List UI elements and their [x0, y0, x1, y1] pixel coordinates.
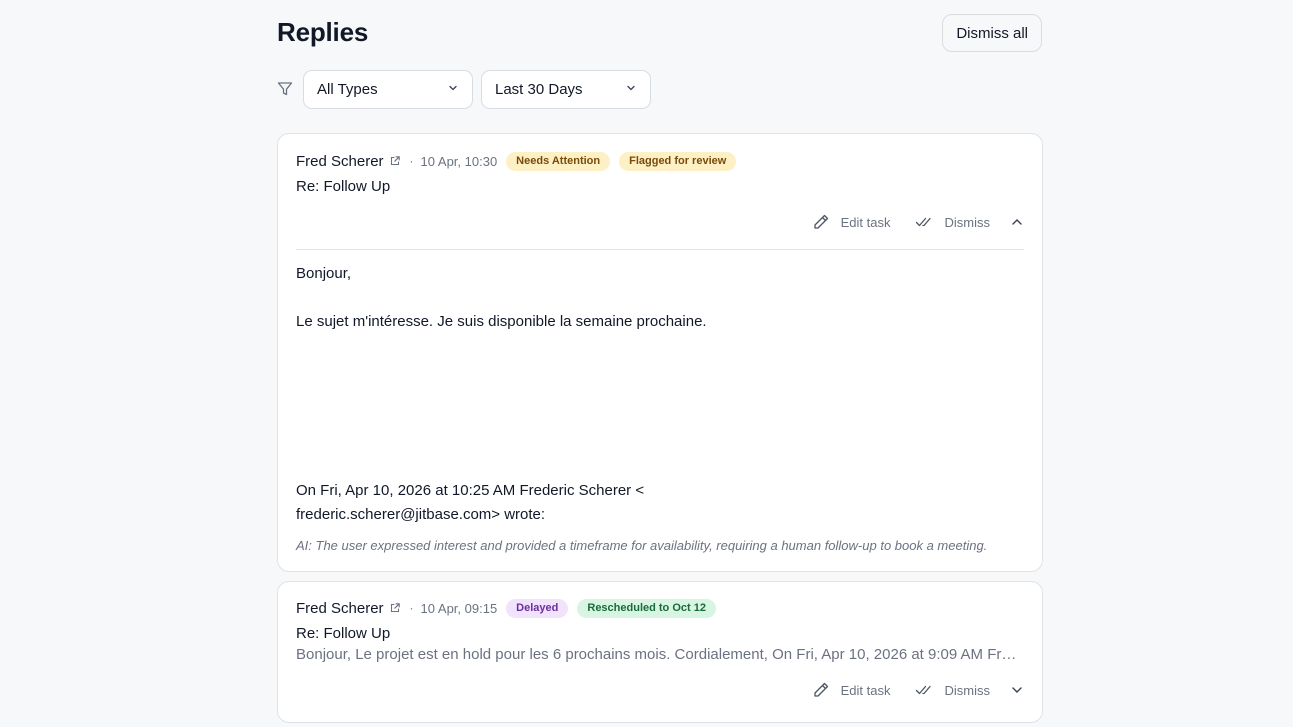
type-filter-select[interactable]: All Types: [303, 69, 473, 109]
chevron-down-icon: [447, 81, 459, 98]
double-check-icon: [915, 217, 931, 227]
dismiss-label: Dismiss: [944, 682, 991, 698]
reply-quote-line: On Fri, Apr 10, 2026 at 10:25 AM Frederi…: [296, 482, 645, 499]
reply-card: Fred Scherer · 10 Apr, 10:30 Needs Atten…: [277, 133, 1043, 572]
status-badge: Rescheduled to Oct 12: [577, 598, 716, 618]
dismiss-button[interactable]: Dismiss: [915, 214, 991, 230]
ai-summary: AI: The user expressed interest and prov…: [296, 538, 988, 553]
filter-icon: [277, 81, 293, 97]
page-title: Replies: [277, 17, 369, 47]
expand-button[interactable]: [1010, 683, 1024, 697]
chevron-down-icon: [625, 81, 637, 98]
dismiss-all-button[interactable]: Dismiss all: [942, 14, 1042, 52]
reply-subject: Re: Follow Up: [296, 625, 391, 642]
reply-quote-line: frederic.scherer@jitbase.com> wrote:: [296, 506, 546, 523]
filter-bar: All Types Last 30 Days: [277, 69, 1042, 109]
reply-preview: Bonjour, Le projet est en hold pour les …: [296, 646, 1020, 663]
type-filter-value: All Types: [317, 80, 378, 98]
reply-body-line: Le sujet m'intéresse. Je suis disponible…: [296, 313, 707, 330]
sender-name[interactable]: Fred Scherer: [296, 153, 384, 170]
edit-task-label: Edit task: [840, 682, 891, 698]
edit-task-button[interactable]: Edit task: [812, 213, 891, 231]
collapse-button[interactable]: [1010, 215, 1024, 229]
reply-body-line: Bonjour,: [296, 265, 352, 282]
status-badge: Flagged for review: [619, 151, 737, 171]
dismiss-button[interactable]: Dismiss: [915, 682, 991, 698]
chevron-up-icon: [1012, 219, 1022, 225]
double-check-icon: [915, 685, 931, 695]
dismiss-label: Dismiss: [944, 214, 991, 230]
separator-dot: ·: [409, 154, 414, 168]
separator-dot: ·: [409, 601, 414, 615]
reply-actions: Edit task Dismiss: [788, 680, 1024, 700]
reply-time: 10 Apr, 10:30: [420, 153, 498, 169]
edit-task-label: Edit task: [840, 214, 891, 230]
date-range-select[interactable]: Last 30 Days: [481, 69, 651, 109]
pencil-icon: [813, 682, 828, 697]
reply-meta: Fred Scherer · 10 Apr, 10:30 Needs Atten…: [296, 151, 737, 171]
reply-card[interactable]: Fred Scherer · 10 Apr, 09:15 Delayed Res…: [277, 581, 1043, 723]
replies-page: Replies Dismiss all All Types Last 30 Da…: [277, 0, 1043, 723]
pencil-icon: [813, 214, 828, 229]
reply-time: 10 Apr, 09:15: [420, 600, 498, 616]
external-link-icon[interactable]: [389, 155, 401, 167]
divider: [296, 249, 1024, 250]
external-link-icon[interactable]: [389, 602, 401, 614]
chevron-down-icon: [1012, 687, 1022, 693]
reply-actions: Edit task Dismiss: [788, 212, 1024, 232]
status-badge: Needs Attention: [506, 151, 611, 171]
status-badge: Delayed: [506, 598, 569, 618]
page-header: Replies Dismiss all: [277, 0, 1042, 64]
reply-subject: Re: Follow Up: [296, 178, 391, 195]
reply-meta: Fred Scherer · 10 Apr, 09:15 Delayed Res…: [296, 598, 716, 618]
sender-name[interactable]: Fred Scherer: [296, 600, 384, 617]
edit-task-button[interactable]: Edit task: [812, 681, 891, 699]
date-range-value: Last 30 Days: [495, 80, 583, 98]
